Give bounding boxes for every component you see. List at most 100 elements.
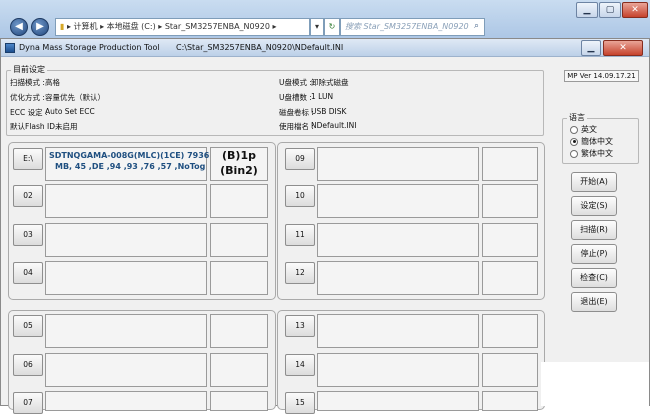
lun-count-value: 1 LUN [311, 92, 334, 101]
lun-count-label: U盘槽数 : [279, 93, 312, 102]
refresh-icon[interactable]: ↻ [324, 18, 340, 36]
slot-button-01[interactable]: E:\ [13, 148, 43, 170]
default-flash-id-label: 默认Flash ID : [10, 122, 60, 131]
slot-info-10 [317, 184, 479, 218]
production-tool-window: Dyna Mass Storage Production Tool C:\Sta… [0, 38, 650, 414]
address-dropdown-icon[interactable]: ▾ [310, 18, 324, 36]
radio-selected-icon[interactable] [570, 137, 578, 146]
optimize-mode-value: 容量优先（默认） [45, 93, 105, 102]
disk-mode-label: U盘模式 : [279, 78, 312, 87]
slot-info-11 [317, 223, 479, 257]
slot-status-14 [482, 353, 538, 387]
slot-status-13 [482, 314, 538, 348]
config-file-label: 使用檔名 : [279, 122, 314, 131]
slot-button-07[interactable]: 07 [13, 392, 43, 414]
slot-status-06 [210, 353, 268, 387]
volume-label-label: 磁盘卷标 : [279, 108, 314, 117]
slot-info-12 [317, 261, 479, 295]
slot-status-11 [482, 223, 538, 257]
slot-status-05 [210, 314, 268, 348]
current-settings-group [6, 70, 544, 136]
slot-status-12 [482, 261, 538, 295]
slot-info-04 [45, 261, 207, 295]
slot-status-07 [210, 391, 268, 411]
slot-info-09 [317, 147, 479, 181]
slot-info-15 [317, 391, 479, 411]
slot-button-03[interactable]: 03 [13, 224, 43, 246]
language-option-traditional-chinese[interactable]: 繁体中文 [570, 148, 613, 159]
slot-button-15[interactable]: 15 [285, 392, 315, 414]
slot-button-02[interactable]: 02 [13, 185, 43, 207]
start-button[interactable]: 开始(A) [571, 172, 617, 192]
address-bar[interactable]: ▮ ▸ 计算机 ▸ 本地磁盘 (C:) ▸ Star_SM3257ENBA_N0… [55, 18, 310, 36]
slot-info-13 [317, 314, 479, 348]
forward-arrow-icon[interactable]: ▶ [31, 18, 49, 36]
scan-mode-label: 扫描模式 : [10, 78, 45, 87]
slot-status-15 [482, 391, 538, 411]
slot-status-04 [210, 261, 268, 295]
explorer-close-icon[interactable]: ✕ [622, 2, 648, 18]
explorer-minimize-icon[interactable]: ▁ [576, 2, 598, 18]
disk-mode-value: 卸除式磁盘 [311, 78, 349, 87]
slot-button-12[interactable]: 12 [285, 262, 315, 284]
default-flash-id-value: 未启用 [55, 122, 78, 131]
exit-button[interactable]: 退出(E) [571, 292, 617, 312]
breadcrumb-local-disk[interactable]: 本地磁盘 (C:) [107, 22, 156, 31]
ecc-setting-value: Auto Set ECC [45, 107, 95, 116]
slot-info-05 [45, 314, 207, 348]
explorer-search-input[interactable]: 搜索 Star_SM3257ENBA_N0920 [340, 18, 485, 36]
slot-button-11[interactable]: 11 [285, 224, 315, 246]
settings-button[interactable]: 设定(S) [571, 196, 617, 216]
search-icon[interactable]: ⌕ [474, 21, 479, 31]
stop-button[interactable]: 停止(P) [571, 244, 617, 264]
ecc-setting-label: ECC 设定 : [10, 108, 48, 117]
radio-icon[interactable] [570, 149, 578, 158]
breadcrumb-separator: ▸ [272, 22, 277, 31]
slot-info-06 [45, 353, 207, 387]
breadcrumb-folder[interactable]: Star_SM3257ENBA_N0920 [165, 22, 270, 31]
slot-status-03 [210, 223, 268, 257]
optimize-mode-label: 优化方式 : [10, 93, 45, 102]
slot-info-03 [45, 223, 207, 257]
watermark-area [541, 362, 649, 406]
scan-button[interactable]: 扫描(R) [571, 220, 617, 240]
radio-icon[interactable] [570, 125, 578, 134]
title-bar: Dyna Mass Storage Production Tool C:\Sta… [1, 39, 649, 57]
config-file-value: NDefault.INI [311, 121, 357, 130]
close-icon[interactable]: ✕ [603, 40, 643, 56]
check-button[interactable]: 检查(C) [571, 268, 617, 288]
language-option-english[interactable]: 英文 [570, 124, 597, 135]
slot-button-14[interactable]: 14 [285, 354, 315, 376]
volume-label-value: USB DISK [311, 107, 347, 116]
slot-status-09 [482, 147, 538, 181]
folder-icon: ▮ [60, 22, 65, 31]
language-legend: 语言 [567, 112, 587, 123]
slot-info-01: SDTNQGAMA-008G(MLC)(1CE) 7936 MB, 45 ,DE… [45, 147, 210, 181]
slot-01-bin-class: (Bin2) [220, 164, 258, 177]
scan-mode-value: 高格 [45, 78, 60, 87]
slot-status-02 [210, 184, 268, 218]
slot-button-04[interactable]: 04 [13, 262, 43, 284]
slot-status-01: (B)1p (Bin2) [210, 147, 268, 181]
slot-button-05[interactable]: 05 [13, 315, 43, 337]
app-icon [5, 43, 15, 53]
slot-01-flash-detail-line1: SDTNQGAMA-008G(MLC)(1CE) 7936 [49, 151, 210, 160]
window-config-path: C:\Star_SM3257ENBA_N0920\NDefault.INI [176, 43, 344, 52]
slot-status-10 [482, 184, 538, 218]
slot-info-07 [45, 391, 207, 411]
slot-button-09[interactable]: 09 [285, 148, 315, 170]
slot-button-06[interactable]: 06 [13, 354, 43, 376]
back-arrow-icon[interactable]: ◀ [10, 18, 28, 36]
slot-01-flash-detail-line2: MB, 45 ,DE ,94 ,93 ,76 ,57 ,NoTog [55, 162, 206, 171]
language-option-simplified-chinese[interactable]: 簡体中文 [570, 136, 613, 147]
minimize-icon[interactable]: ▁ [581, 40, 601, 56]
current-settings-legend: 目前设定 [11, 64, 47, 75]
slot-button-13[interactable]: 13 [285, 315, 315, 337]
slot-info-14 [317, 353, 479, 387]
window-title: Dyna Mass Storage Production Tool [19, 43, 160, 52]
slot-01-bin-result: (B)1p [222, 149, 256, 162]
explorer-maximize-icon[interactable]: ▢ [599, 2, 621, 18]
slot-info-02 [45, 184, 207, 218]
breadcrumb-computer[interactable]: 计算机 [74, 22, 98, 31]
slot-button-10[interactable]: 10 [285, 185, 315, 207]
